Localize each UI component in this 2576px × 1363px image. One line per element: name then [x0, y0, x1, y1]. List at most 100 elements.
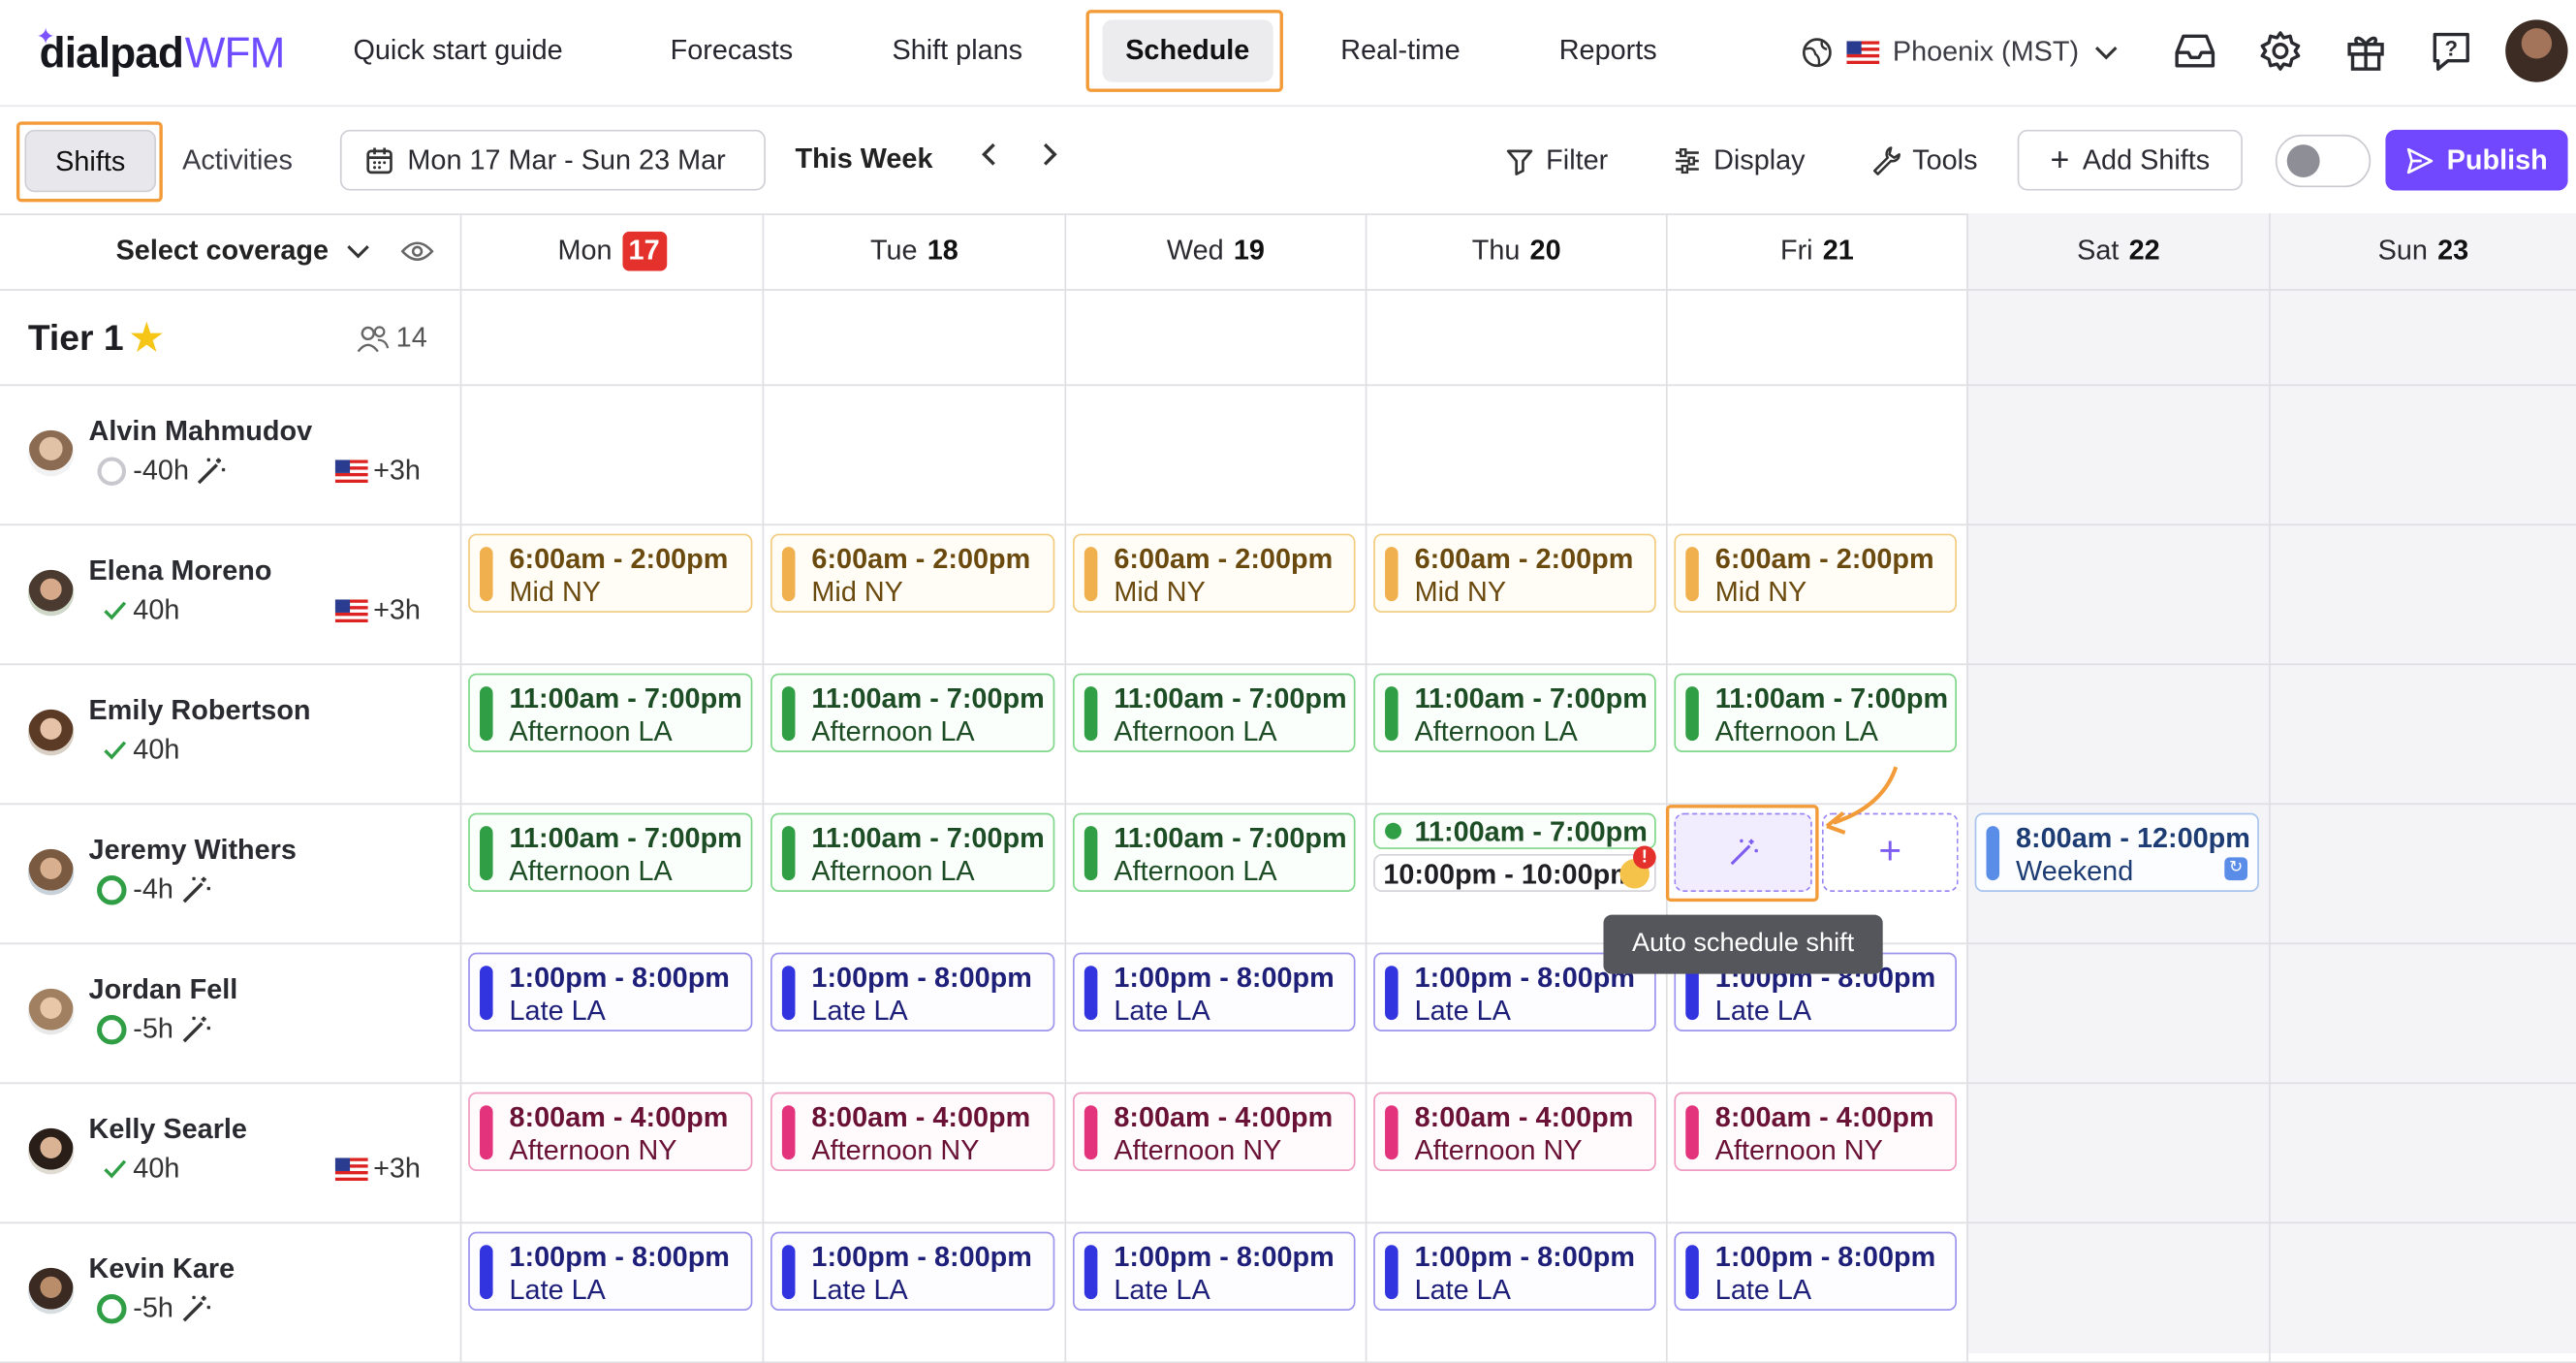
shift-card[interactable]: 6:00am - 2:00pm Mid NY — [1373, 533, 1656, 613]
employee-hours: 40h — [102, 734, 179, 767]
grid-cell[interactable] — [2269, 1223, 2576, 1363]
shift-card[interactable]: 1:00pm - 8:00pm Late LA — [1373, 1231, 1656, 1311]
employee-row-header[interactable]: Emily Robertson 40h — [0, 665, 460, 806]
shift-card[interactable]: 1:00pm - 8:00pm Late LA — [468, 1231, 753, 1311]
shift-card[interactable]: 8:00am - 4:00pm Afternoon NY — [1072, 1092, 1356, 1171]
employee-row-header[interactable]: Jordan Fell -5h — [0, 944, 460, 1085]
display-button[interactable]: Display — [1673, 130, 1806, 191]
employee-row-header[interactable]: Kelly Searle 40h +3h — [0, 1084, 460, 1224]
date-range-picker[interactable]: Mon 17 Mar - Sun 23 Mar — [339, 129, 766, 191]
grid-cell[interactable] — [1365, 290, 1666, 387]
magic-wand-icon[interactable] — [194, 455, 227, 488]
grid-cell[interactable] — [1064, 386, 1366, 526]
grid-cell[interactable] — [762, 386, 1065, 526]
shift-card[interactable]: 11:00am - 7:00pm Afternoon LA — [770, 812, 1055, 892]
grid-cell[interactable] — [1966, 1084, 2270, 1224]
shift-card[interactable]: 11:00am - 7:00pm Afternoon LA — [1072, 812, 1356, 892]
shift-card[interactable]: 11:00am - 7:00pm — [1373, 812, 1656, 849]
shift-card[interactable]: 1:00pm - 8:00pm Late LA — [1674, 1231, 1957, 1311]
nav-forecasts[interactable]: Forecasts — [647, 16, 816, 85]
grid-cell[interactable] — [459, 386, 763, 526]
shift-card[interactable]: 8:00am - 12:00pm Weekend ↻ — [1974, 812, 2259, 892]
shift-color-bar — [1385, 547, 1398, 602]
grid-cell[interactable] — [1064, 290, 1366, 387]
inbox-icon[interactable] — [2169, 23, 2221, 79]
grid-cell[interactable] — [1365, 386, 1666, 526]
tools-button[interactable]: Tools — [1871, 130, 1977, 191]
grid-cell[interactable] — [1665, 290, 1967, 387]
gear-icon[interactable] — [2254, 23, 2307, 79]
nav-schedule[interactable]: Schedule — [1102, 19, 1273, 82]
shift-card[interactable]: 6:00am - 2:00pm Mid NY — [468, 533, 753, 613]
previous-week-chevron-icon[interactable] — [978, 140, 1001, 177]
user-avatar[interactable] — [2505, 19, 2568, 82]
shift-card[interactable]: 1:00pm - 8:00pm Late LA — [1072, 952, 1356, 1031]
shift-card-conflict[interactable]: 10:00pm - 10:00pm — [1373, 853, 1656, 892]
select-coverage-dropdown[interactable]: Select coverage — [0, 213, 460, 291]
shift-card[interactable]: 11:00am - 7:00pm Afternoon LA — [1674, 673, 1957, 752]
grid-cell[interactable] — [2269, 525, 2576, 666]
shift-card[interactable]: 11:00am - 7:00pm Afternoon LA — [468, 812, 753, 892]
grid-cell[interactable] — [1966, 386, 2270, 526]
grid-cell[interactable] — [2269, 1084, 2576, 1224]
shift-card[interactable]: 6:00am - 2:00pm Mid NY — [1674, 533, 1957, 613]
shift-card[interactable]: 11:00am - 7:00pm Afternoon LA — [468, 673, 753, 752]
grid-cell[interactable] — [762, 290, 1065, 387]
grid-cell[interactable] — [1966, 944, 2270, 1085]
shift-card[interactable]: 11:00am - 7:00pm Afternoon LA — [770, 673, 1055, 752]
grid-cell[interactable] — [2269, 944, 2576, 1085]
grid-cell[interactable] — [2269, 290, 2576, 387]
tab-shifts[interactable]: Shifts — [24, 129, 157, 193]
employee-row-header[interactable]: Jeremy Withers -4h — [0, 805, 460, 945]
grid-cell[interactable] — [1966, 1223, 2270, 1363]
eye-icon[interactable] — [400, 238, 434, 265]
gift-icon[interactable] — [2340, 23, 2392, 79]
shift-card[interactable]: 11:00am - 7:00pm Afternoon LA — [1373, 673, 1656, 752]
timezone-selector[interactable]: Phoenix (MST) — [1801, 29, 2121, 75]
this-week-button[interactable]: This Week — [795, 143, 932, 175]
tab-activities[interactable]: Activities — [156, 130, 319, 192]
shift-time: 11:00am - 7:00pm — [1714, 682, 1949, 714]
grid-cell[interactable] — [1966, 665, 2270, 806]
auto-schedule-shift-button[interactable] — [1674, 812, 1812, 892]
day-name: Mon — [557, 235, 613, 267]
nav-quick-start-guide[interactable]: Quick start guide — [330, 16, 586, 85]
shift-card[interactable]: 1:00pm - 8:00pm Late LA — [468, 952, 753, 1031]
shift-card[interactable]: 1:00pm - 8:00pm Late LA — [1072, 1231, 1356, 1311]
shift-card[interactable]: 8:00am - 4:00pm Afternoon NY — [770, 1092, 1055, 1171]
nav-shift-plans[interactable]: Shift plans — [869, 16, 1046, 85]
shift-card[interactable]: 8:00am - 4:00pm Afternoon NY — [1674, 1092, 1957, 1171]
shift-card[interactable]: 8:00am - 4:00pm Afternoon NY — [1373, 1092, 1656, 1171]
grid-cell[interactable] — [459, 290, 763, 387]
grid-cell[interactable] — [1966, 525, 2270, 666]
publish-button[interactable]: Publish — [2385, 129, 2568, 191]
nav-reports[interactable]: Reports — [1536, 16, 1680, 85]
nav-real-time[interactable]: Real-time — [1318, 16, 1484, 85]
dialpad-wfm-logo[interactable]: ✦ dialpad WFM — [36, 23, 285, 82]
filter-button[interactable]: Filter — [1505, 130, 1608, 191]
shift-card[interactable]: 6:00am - 2:00pm Mid NY — [770, 533, 1055, 613]
employee-row-header[interactable]: Kevin Kare -5h — [0, 1223, 460, 1363]
employee-row-header[interactable]: Elena Moreno 40h +3h — [0, 525, 460, 666]
employee-name: Kevin Kare — [88, 1252, 236, 1284]
employee-row-header[interactable]: Alvin Mahmudov -40h +3h — [0, 386, 460, 526]
shift-card[interactable]: 1:00pm - 8:00pm Late LA — [770, 952, 1055, 1031]
shift-color-bar — [1385, 966, 1398, 1021]
magic-wand-icon[interactable] — [178, 1292, 211, 1325]
add-shifts-button[interactable]: + Add Shifts — [2017, 129, 2243, 191]
shift-card[interactable]: 8:00am - 4:00pm Afternoon NY — [468, 1092, 753, 1171]
grid-cell[interactable] — [1665, 386, 1967, 526]
grid-cell[interactable] — [2269, 386, 2576, 526]
grid-cell[interactable] — [2269, 665, 2576, 806]
magic-wand-icon[interactable] — [178, 1013, 211, 1046]
help-icon[interactable]: ? — [2425, 23, 2477, 79]
grid-cell[interactable] — [2269, 805, 2576, 945]
grid-cell[interactable] — [1966, 290, 2270, 387]
toggle-switch[interactable] — [2275, 134, 2372, 188]
shift-card[interactable]: 1:00pm - 8:00pm Late LA — [770, 1231, 1055, 1311]
shift-card[interactable]: 6:00am - 2:00pm Mid NY — [1072, 533, 1356, 613]
magic-wand-icon[interactable] — [178, 873, 211, 906]
shift-card[interactable]: 11:00am - 7:00pm Afternoon LA — [1072, 673, 1356, 752]
next-week-chevron-icon[interactable] — [1038, 140, 1061, 177]
shift-color-bar — [781, 547, 796, 602]
